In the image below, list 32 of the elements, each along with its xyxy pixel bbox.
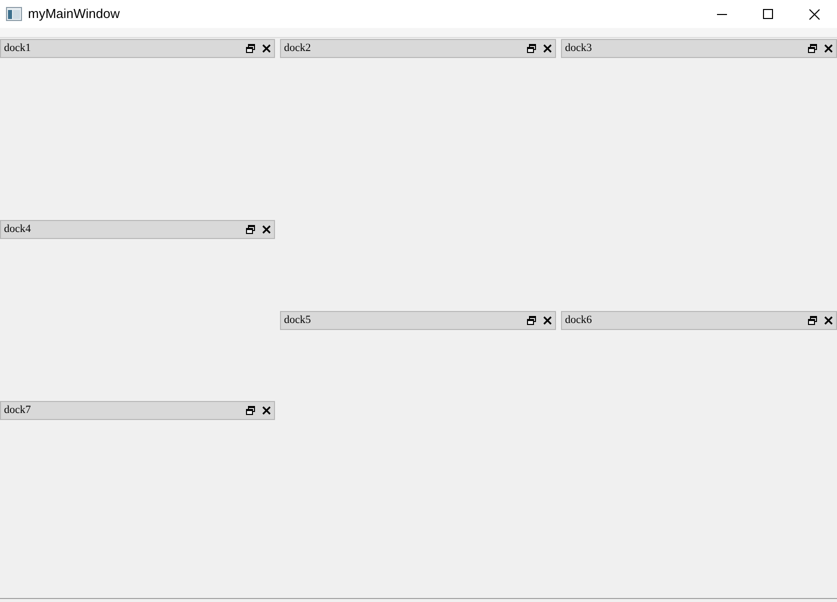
- dock-title: dock3: [565, 43, 593, 54]
- close-icon: [808, 8, 820, 20]
- close-icon[interactable]: [262, 406, 271, 415]
- dock-title-bar[interactable]: dock1: [0, 39, 275, 58]
- float-icon[interactable]: [246, 406, 255, 415]
- close-icon[interactable]: [543, 316, 552, 325]
- maximize-icon: [763, 9, 773, 19]
- close-icon[interactable]: [262, 225, 271, 234]
- dock-title: dock4: [4, 224, 32, 235]
- dock-title: dock2: [284, 43, 312, 54]
- dock-title: dock1: [4, 43, 32, 54]
- float-icon[interactable]: [246, 225, 255, 234]
- close-icon[interactable]: [824, 316, 833, 325]
- float-icon[interactable]: [808, 316, 817, 325]
- dock-title-bar[interactable]: dock7: [0, 401, 275, 420]
- float-icon[interactable]: [527, 316, 536, 325]
- float-icon[interactable]: [527, 44, 536, 53]
- app-icon: [6, 7, 22, 21]
- close-icon[interactable]: [543, 44, 552, 53]
- dock-title-bar[interactable]: dock3: [561, 39, 837, 58]
- dock-title-bar[interactable]: dock4: [0, 220, 275, 239]
- window-title: myMainWindow: [28, 5, 121, 24]
- dock-title: dock6: [565, 315, 593, 326]
- close-icon[interactable]: [262, 44, 271, 53]
- dock-title: dock7: [4, 405, 32, 416]
- dock-title-bar[interactable]: dock2: [280, 39, 556, 58]
- dock-title-bar[interactable]: dock5: [280, 311, 556, 330]
- close-icon[interactable]: [824, 44, 833, 53]
- float-icon[interactable]: [808, 44, 817, 53]
- dock-title: dock5: [284, 315, 312, 326]
- dock-title-bar[interactable]: dock6: [561, 311, 837, 330]
- float-icon[interactable]: [246, 44, 255, 53]
